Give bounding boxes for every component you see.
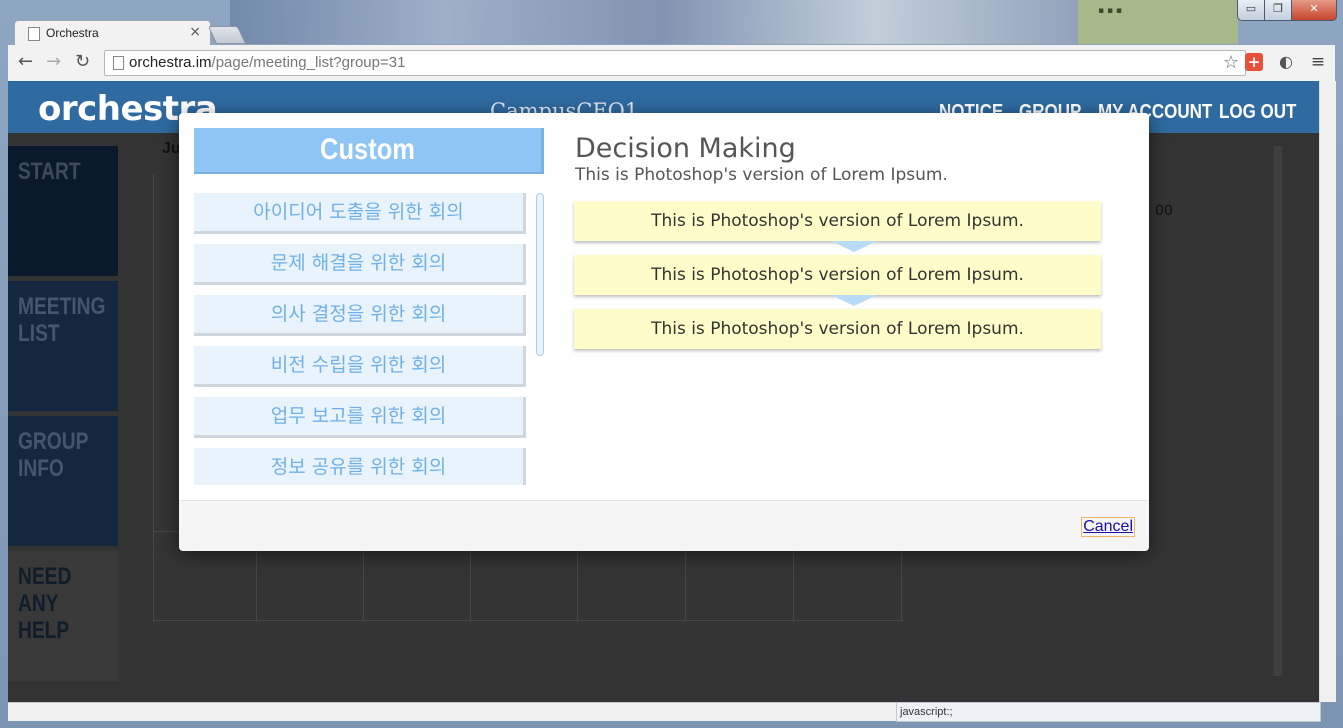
- extension-circle-icon[interactable]: ◐: [1277, 53, 1295, 71]
- list-item-report[interactable]: 업무 보고를 위한 회의: [194, 397, 526, 438]
- desktop-background: [230, 0, 1090, 44]
- calendar-month-label: Ju: [162, 140, 181, 157]
- meeting-type-dialog: Custom 아이디어 도출을 위한 회의 문제 해결을 위한 회의 의사 결정…: [179, 113, 1149, 551]
- step-arrow-icon: [831, 241, 877, 252]
- minimize-button[interactable]: ▭: [1237, 0, 1265, 21]
- forward-arrow-icon[interactable]: →: [46, 51, 61, 72]
- close-tab-icon[interactable]: ×: [189, 24, 201, 40]
- nav-log-out[interactable]: LOG OUT: [1219, 101, 1296, 124]
- address-bar[interactable]: orchestra.im/page/meeting_list?group=31 …: [104, 50, 1246, 76]
- page-icon: [28, 27, 40, 41]
- maximize-button[interactable]: ❐: [1264, 0, 1292, 21]
- step-arrow-icon: [831, 295, 877, 306]
- detail-subtitle: This is Photoshop's version of Lorem Ips…: [575, 165, 948, 185]
- browser-scrollbar[interactable]: [1319, 81, 1336, 702]
- sidebar-item-meeting-list[interactable]: MEETING LIST: [8, 281, 118, 411]
- process-step-2: This is Photoshop's version of Lorem Ips…: [574, 255, 1101, 295]
- list-scrollbar[interactable]: [536, 193, 544, 356]
- url-text: orchestra.im/page/meeting_list?group=31: [129, 54, 405, 71]
- detail-title: Decision Making: [575, 133, 796, 164]
- sidebar-item-label: NEED ANY HELP: [18, 563, 72, 644]
- sidebar-item-label: GROUP INFO: [18, 428, 89, 482]
- close-window-button[interactable]: ✕: [1291, 0, 1337, 21]
- sidebar-item-help[interactable]: NEED ANY HELP: [8, 551, 118, 681]
- status-bubble: javascript:;: [896, 702, 1321, 722]
- list-item-vision[interactable]: 비전 수립을 위한 회의: [194, 346, 526, 387]
- category-header-label: Custom: [320, 133, 415, 166]
- tab-title: Orchestra: [46, 26, 99, 40]
- grid-line: [153, 620, 903, 621]
- dialog-footer: Cancel: [179, 500, 1149, 551]
- list-item-decision-making[interactable]: 의사 결정을 위한 회의: [194, 295, 526, 336]
- sidebar-item-group-info[interactable]: GROUP INFO: [8, 416, 118, 546]
- reload-icon[interactable]: ↻: [75, 51, 90, 72]
- time-label: 00: [1155, 203, 1173, 219]
- back-arrow-icon[interactable]: ←: [18, 51, 33, 72]
- list-item-idea[interactable]: 아이디어 도출을 위한 회의: [194, 193, 526, 234]
- process-step-1: This is Photoshop's version of Lorem Ips…: [574, 201, 1101, 241]
- bookmark-star-icon[interactable]: ☆: [1223, 52, 1239, 73]
- sidebar-item-start[interactable]: START: [8, 146, 118, 276]
- sidebar-item-label: MEETING LIST: [18, 293, 106, 347]
- process-step-3: This is Photoshop's version of Lorem Ips…: [574, 309, 1101, 349]
- url-host: orchestra.im: [129, 54, 212, 71]
- grid-line: [153, 174, 154, 620]
- browser-window: ▪ ▪ ▪ ▭ ❐ ✕ Orchestra × ← → ↻ orchestra.…: [0, 0, 1343, 728]
- url-path: /page/meeting_list?group=31: [211, 54, 406, 71]
- desktop-widget: ▪ ▪ ▪: [1078, 0, 1238, 44]
- cancel-link[interactable]: Cancel: [1081, 517, 1135, 537]
- meeting-type-list: 아이디어 도출을 위한 회의 문제 해결을 위한 회의 의사 결정을 위한 회의…: [194, 193, 529, 485]
- browser-toolbar: ← → ↻ orchestra.im/page/meeting_list?gro…: [8, 45, 1335, 82]
- category-header: Custom: [194, 128, 544, 174]
- list-item-info-sharing[interactable]: 정보 공유를 위한 회의: [194, 448, 526, 485]
- list-item-problem-solving[interactable]: 문제 해결을 위한 회의: [194, 244, 526, 285]
- page-icon: [113, 56, 124, 70]
- browser-tab[interactable]: Orchestra ×: [14, 20, 211, 46]
- extension-plus-icon[interactable]: +: [1245, 53, 1263, 71]
- menu-icon[interactable]: ≡: [1309, 53, 1327, 71]
- sidebar-item-label: START: [18, 158, 81, 185]
- page-scrollbar[interactable]: [1274, 146, 1282, 676]
